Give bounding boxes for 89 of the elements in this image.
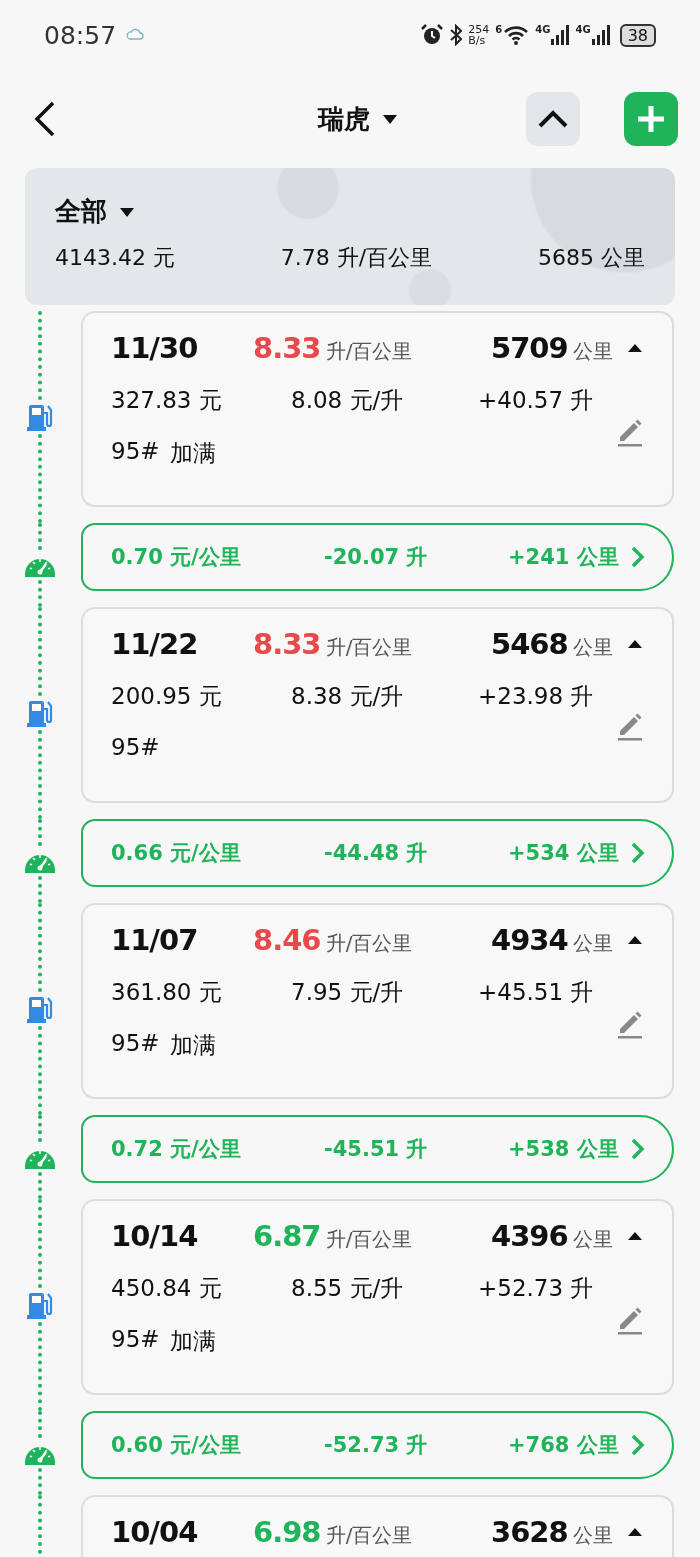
consumption-unit: 升/百公里 [325, 1523, 413, 1547]
fuel-volume: +45.51 升 [478, 978, 594, 1007]
alarm-icon [420, 23, 445, 47]
refuel-date: 11/22 [111, 627, 199, 661]
odometer-unit: 公里 [572, 635, 613, 659]
bluetooth-icon [450, 24, 463, 46]
odometer-value: 5468 [491, 627, 568, 661]
fuel-unit-price: 8.38 元/升 [291, 682, 405, 711]
clock-time: 08:57 [44, 20, 117, 50]
fuel-cost: 200.95 元 [111, 682, 223, 711]
fuel-grade: 95# [111, 1030, 160, 1058]
chevron-right-icon [630, 1433, 646, 1457]
fuel-grade: 95# [111, 1326, 160, 1354]
refuel-date: 10/04 [111, 1515, 199, 1549]
fuel-pump-icon [25, 994, 55, 1024]
fuel-grade: 95# [111, 734, 160, 760]
chevron-right-icon [630, 1137, 646, 1161]
consumption-value: 6.87 [253, 1219, 321, 1253]
caret-icon [119, 205, 135, 218]
wifi-icon [503, 25, 530, 45]
fuel-pump-icon [25, 402, 55, 432]
fuel-unit-price: 8.55 元/升 [291, 1274, 405, 1303]
odometer-unit: 公里 [572, 1523, 613, 1547]
edit-pencil-icon[interactable] [616, 417, 644, 447]
chevron-up-icon [537, 109, 569, 129]
consumption-value: 8.46 [253, 923, 321, 957]
add-button[interactable] [624, 92, 678, 146]
network-speed-unit: B/s [468, 35, 487, 46]
consumption-value: 8.33 [253, 331, 321, 365]
fuel-cost: 450.84 元 [111, 1274, 223, 1303]
odometer-value: 5709 [491, 331, 568, 365]
odometer-value: 4934 [491, 923, 568, 957]
refuel-date: 11/07 [111, 923, 199, 957]
network-speed-value: 254 [468, 24, 490, 35]
full-tank-label: 加满 [169, 439, 216, 468]
consumption-value: 8.33 [253, 627, 321, 661]
fuel-pump-icon [25, 1290, 55, 1320]
refuel-card[interactable]: 10/14 6.87 升/百公里 4396 公里 450.84 元 8.55 元/升 +52.73 升 95# 加满 [81, 1199, 674, 1395]
network-type-label: 4G [535, 24, 551, 35]
chevron-right-icon [630, 545, 646, 569]
collapse-caret-icon[interactable] [627, 1231, 643, 1241]
fuel-cost: 361.80 元 [111, 978, 223, 1007]
wifi-label: 6 [495, 24, 503, 35]
filter-dropdown[interactable]: 全部 [55, 194, 135, 229]
vehicle-selector[interactable]: 瑞虎 [318, 101, 398, 137]
chevron-right-icon [630, 841, 646, 865]
refuel-date: 11/30 [111, 331, 199, 365]
caret-icon [382, 113, 398, 125]
total-distance: 5685 公里 [538, 244, 645, 272]
fuel-volume: +52.73 升 [478, 1274, 594, 1303]
odometer-unit: 公里 [572, 931, 613, 955]
cloud-icon [126, 28, 145, 42]
refuel-date: 10/14 [111, 1219, 199, 1253]
consumption-value: 6.98 [253, 1515, 321, 1549]
fuel-unit-price: 8.08 元/升 [291, 386, 405, 415]
signal-icon [551, 25, 570, 45]
odometer-value: 3628 [491, 1515, 568, 1549]
fuel-volume: +23.98 升 [478, 682, 594, 711]
collapse-caret-icon[interactable] [627, 639, 643, 649]
network-type-label: 4G [575, 24, 591, 35]
refuel-card[interactable]: 10/04 6.98 升/百公里 3628 公里 [81, 1495, 674, 1557]
full-tank-label: 加满 [169, 1327, 216, 1356]
odometer-unit: 公里 [572, 339, 613, 363]
refuel-card[interactable]: 11/30 8.33 升/百公里 5709 公里 327.83 元 8.08 元/升 +40.57 升 95# 加满 [81, 311, 674, 507]
collapse-caret-icon[interactable] [627, 343, 643, 353]
fuel-volume: +40.57 升 [478, 386, 594, 415]
edit-pencil-icon[interactable] [616, 1009, 644, 1039]
collapse-caret-icon[interactable] [627, 935, 643, 945]
collapse-button[interactable] [526, 92, 580, 146]
full-tank-label: 加满 [169, 1031, 216, 1060]
refuel-card[interactable]: 11/07 8.46 升/百公里 4934 公里 361.80 元 7.95 元/升 +45.51 升 95# 加满 [81, 903, 674, 1099]
odometer-unit: 公里 [572, 1227, 613, 1251]
odometer-value: 4396 [491, 1219, 568, 1253]
fuel-grade: 95# [111, 438, 160, 466]
fuel-pump-icon [25, 698, 55, 728]
consumption-unit: 升/百公里 [325, 339, 413, 363]
plus-icon [636, 104, 666, 134]
signal-icon [591, 25, 610, 45]
collapse-caret-icon[interactable] [627, 1527, 643, 1537]
fuel-cost: 327.83 元 [111, 386, 223, 415]
total-cost: 4143.42 元 [55, 244, 175, 272]
consumption-unit: 升/百公里 [325, 931, 413, 955]
edit-pencil-icon[interactable] [616, 1305, 644, 1335]
battery-indicator: 38 [619, 23, 656, 47]
average-consumption: 7.78 升/百公里 [280, 244, 433, 272]
refuel-card[interactable]: 11/22 8.33 升/百公里 5468 公里 200.95 元 8.38 元/升 +23.98 升 95# [81, 607, 674, 803]
fuel-unit-price: 7.95 元/升 [291, 978, 405, 1007]
consumption-unit: 升/百公里 [325, 635, 413, 659]
consumption-unit: 升/百公里 [325, 1227, 413, 1251]
